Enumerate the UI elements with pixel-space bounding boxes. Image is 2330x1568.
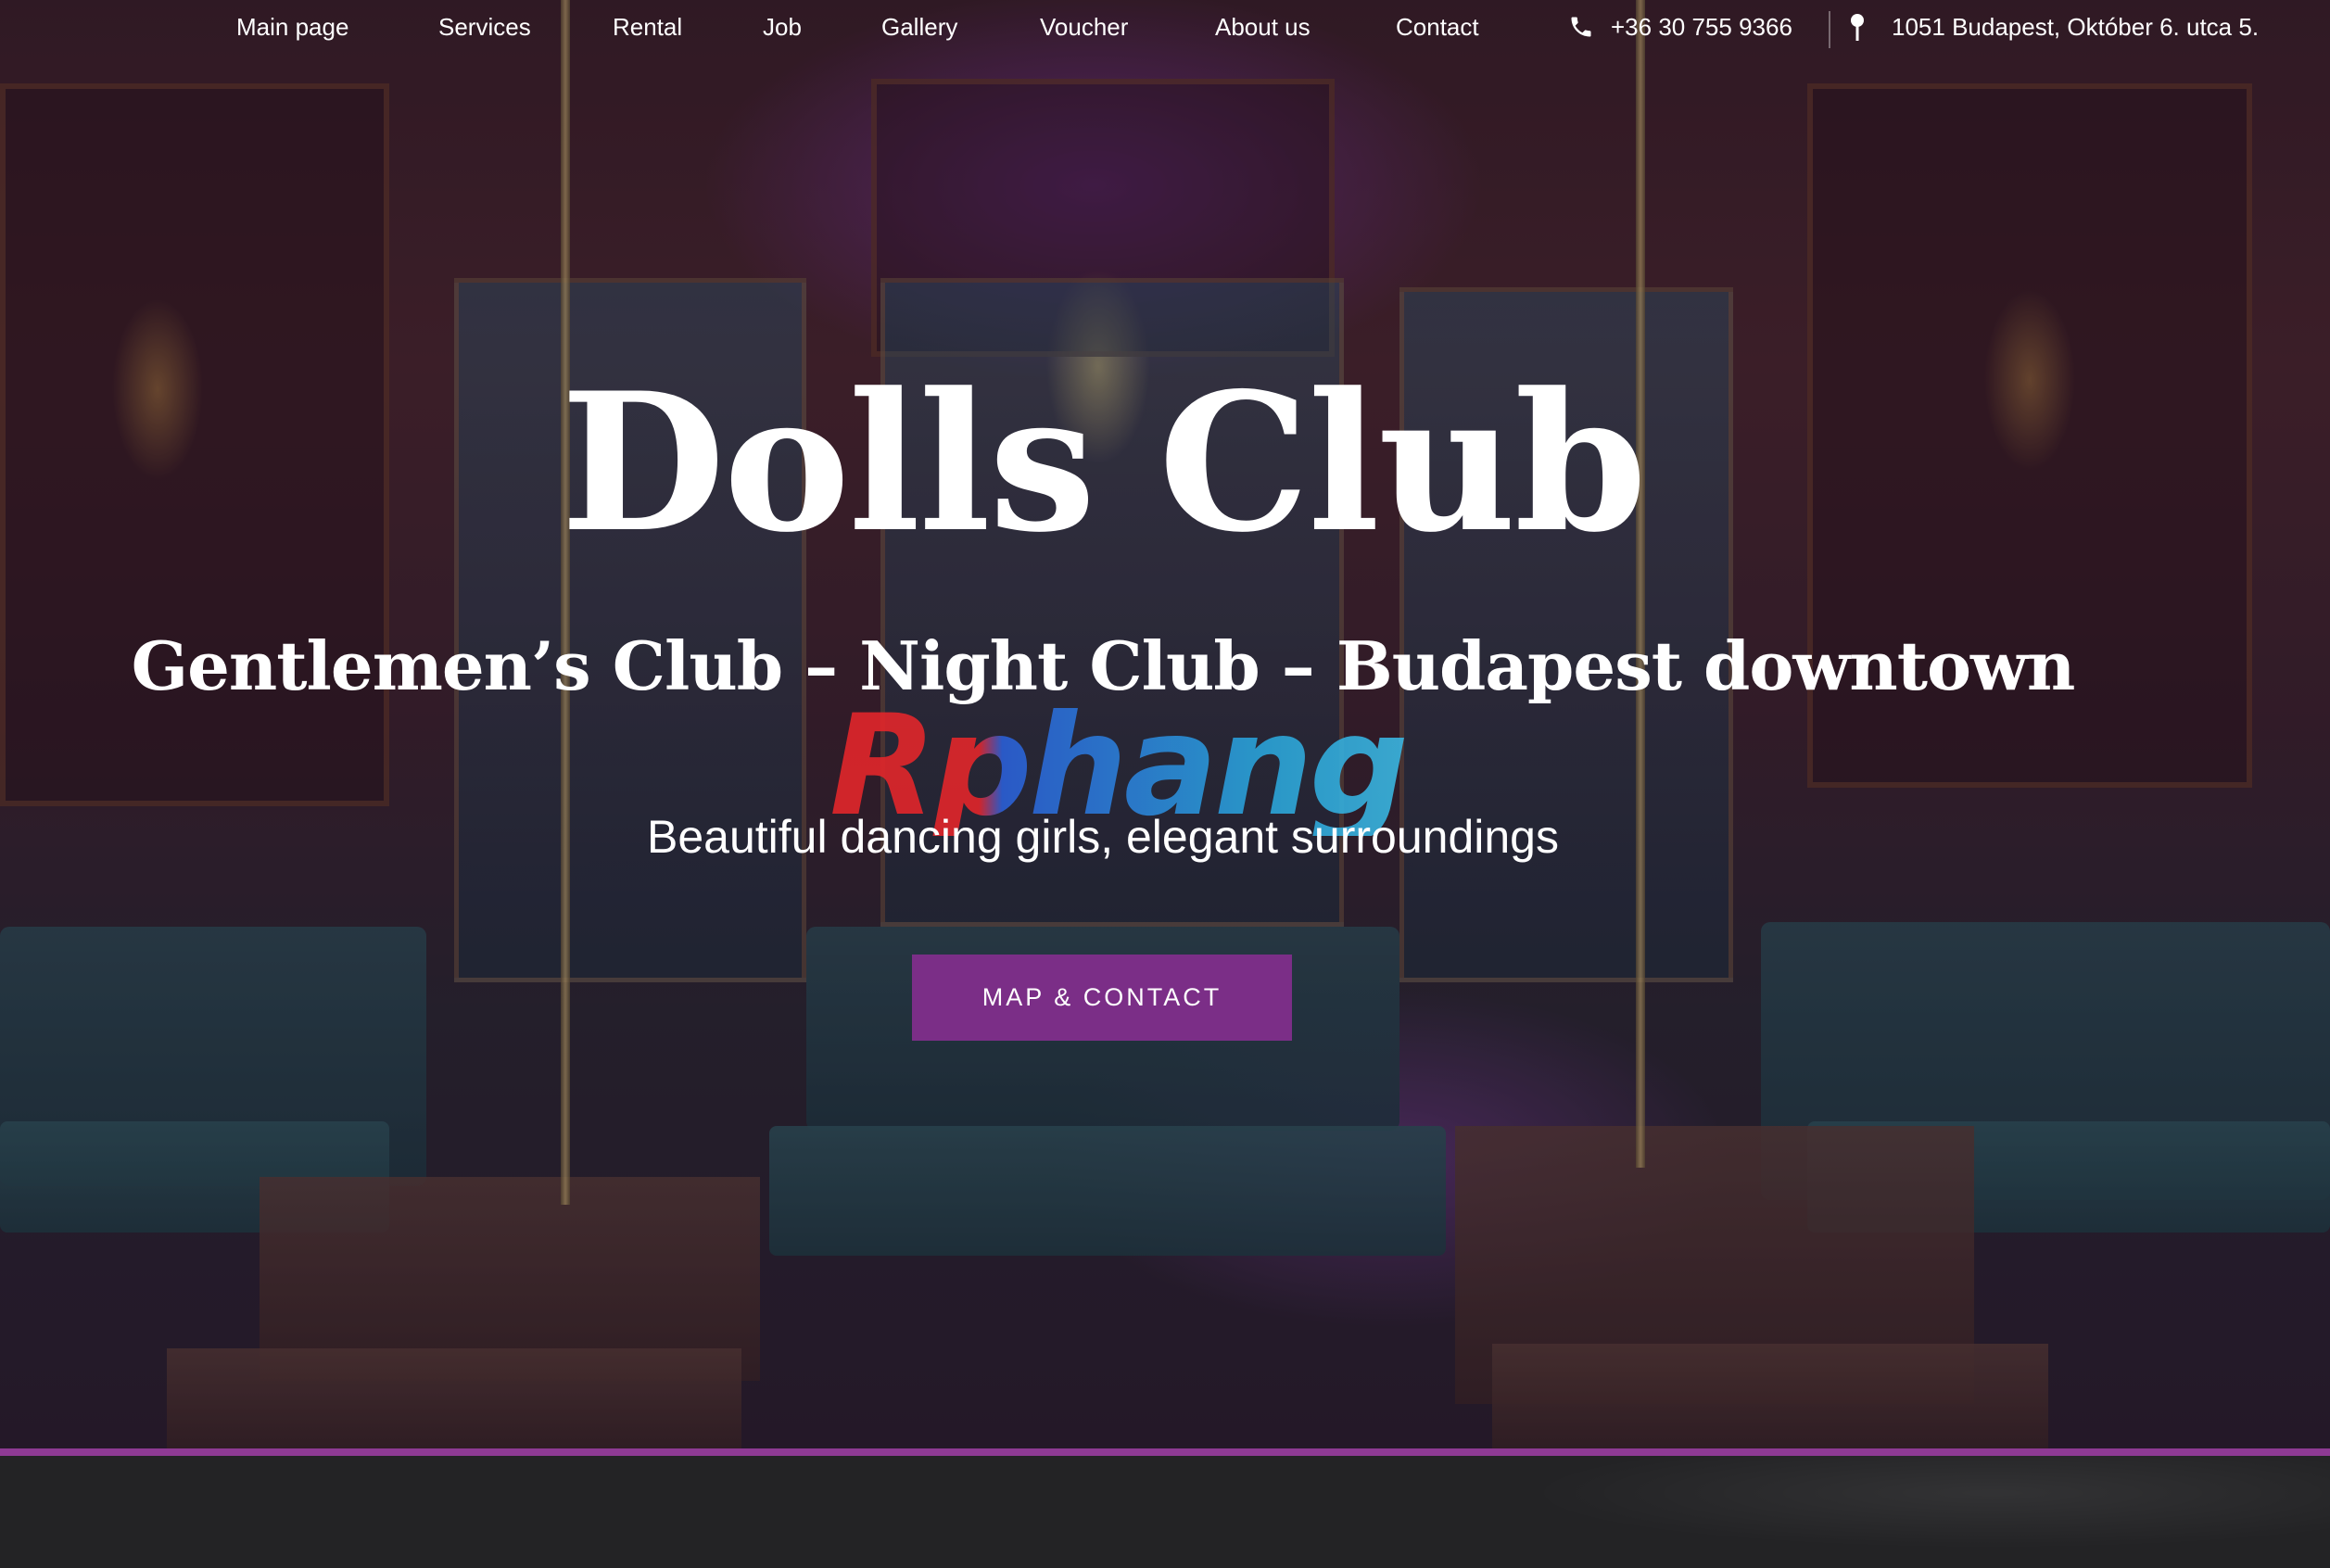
page-title: Dolls Club	[560, 352, 1647, 575]
accent-divider	[0, 1448, 2330, 1456]
phone-number-link[interactable]: +36 30 755 9366	[1611, 13, 1792, 42]
nav-gallery[interactable]: Gallery	[881, 13, 957, 42]
map-contact-button[interactable]: MAP & CONTACT	[912, 955, 1292, 1041]
address-text: 1051 Budapest, Október 6. utca 5.	[1892, 13, 2260, 41]
phone-icon	[1568, 13, 1594, 41]
main-navigation: Main page Services Rental Job Gallery Vo…	[0, 0, 2330, 57]
nav-separator	[1829, 11, 1830, 48]
map-pin-icon	[1849, 13, 1866, 43]
nav-job[interactable]: Job	[763, 13, 802, 42]
nav-services[interactable]: Services	[438, 13, 531, 42]
nav-about-us[interactable]: About us	[1215, 13, 1311, 42]
hero-tagline: Beautiful dancing girls, elegant surroun…	[647, 811, 1559, 863]
nav-rental[interactable]: Rental	[613, 13, 682, 42]
nav-main-page[interactable]: Main page	[236, 13, 348, 42]
nav-contact[interactable]: Contact	[1396, 13, 1479, 42]
nav-voucher[interactable]: Voucher	[1040, 13, 1128, 42]
footer-band	[0, 1456, 2330, 1568]
